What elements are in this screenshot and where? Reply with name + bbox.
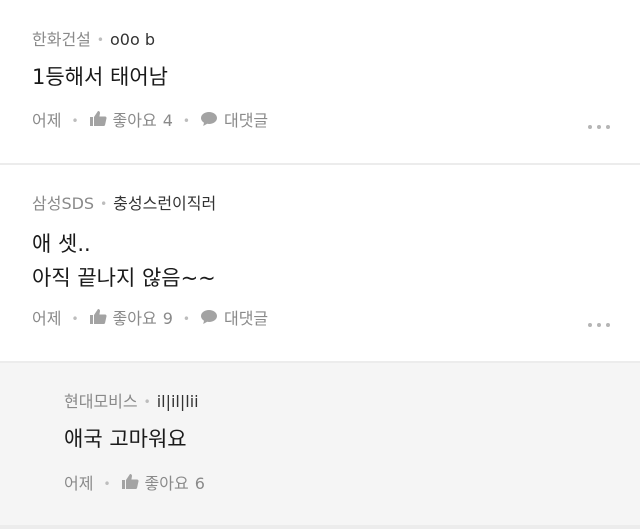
- separator-dot: •: [182, 114, 190, 128]
- comment-text-line: 애국 고마워요: [64, 427, 187, 451]
- reply-label: 대댓글: [223, 111, 269, 130]
- comment: 한화건설 • o0o b 1등해서 태어남 어제 • 좋아요 4 • 대댓글: [0, 0, 640, 163]
- like-button[interactable]: 좋아요 9: [89, 308, 173, 330]
- reply-button[interactable]: 대댓글: [200, 111, 268, 132]
- company-name: 삼성SDS: [32, 194, 95, 213]
- author-nickname[interactable]: 충성스런이직러: [113, 194, 216, 214]
- reply-comment: 현대모비스 • il|il|lii 애국 고마워요 어제 • 좋아요 6: [0, 363, 640, 525]
- more-dots-icon[interactable]: [588, 125, 610, 129]
- comment-text: 애 셋.. 아직 끝나지 않음~~: [32, 227, 216, 295]
- comment-text-line: 아직 끝나지 않음~~: [32, 266, 216, 290]
- comment-actions: 어제 • 좋아요 4 • 대댓글: [32, 110, 268, 132]
- thumbs-up-icon: [89, 308, 107, 330]
- speech-bubble-icon: [200, 309, 218, 330]
- comment-text: 1등해서 태어남: [32, 60, 168, 94]
- like-count: 4: [162, 111, 173, 130]
- thumbs-up-icon: [121, 473, 139, 495]
- comment-actions: 어제 • 좋아요 9 • 대댓글: [32, 308, 268, 330]
- like-label: 좋아요: [112, 111, 157, 130]
- separator-dot: •: [71, 312, 79, 326]
- author-nickname[interactable]: il|il|lii: [157, 392, 199, 412]
- comment: 삼성SDS • 충성스런이직러 애 셋.. 아직 끝나지 않음~~ 어제 • 좋…: [0, 165, 640, 361]
- reply-button[interactable]: 대댓글: [200, 309, 268, 330]
- company-name: 현대모비스: [64, 392, 138, 411]
- thumbs-up-icon: [89, 110, 107, 132]
- like-count: 9: [162, 309, 173, 328]
- comment-text: 애국 고마워요: [64, 422, 187, 456]
- separator-dot: •: [103, 477, 111, 491]
- company-name: 한화건설: [32, 30, 91, 49]
- comment-time: 어제: [32, 309, 62, 328]
- comment-meta: 삼성SDS • 충성스런이직러: [32, 194, 216, 214]
- separator-dot: •: [71, 114, 79, 128]
- reply-label: 대댓글: [223, 309, 269, 328]
- like-label: 좋아요: [144, 474, 189, 493]
- like-count: 6: [194, 474, 205, 493]
- like-label: 좋아요: [112, 309, 157, 328]
- separator-dot: •: [96, 33, 104, 47]
- comment-meta: 한화건설 • o0o b: [32, 30, 155, 50]
- like-button[interactable]: 좋아요 4: [89, 110, 173, 132]
- comment-meta: 현대모비스 • il|il|lii: [64, 392, 199, 412]
- like-button[interactable]: 좋아요 6: [121, 473, 205, 495]
- separator-dot: •: [182, 312, 190, 326]
- comment-list: 한화건설 • o0o b 1등해서 태어남 어제 • 좋아요 4 • 대댓글 삼…: [0, 0, 640, 529]
- more-dots-icon[interactable]: [588, 323, 610, 327]
- comment-time: 어제: [32, 111, 62, 130]
- speech-bubble-icon: [200, 111, 218, 132]
- separator-dot: •: [100, 197, 108, 211]
- comment-text-line: 애 셋..: [32, 232, 91, 256]
- separator-dot: •: [143, 395, 151, 409]
- author-nickname[interactable]: o0o b: [110, 30, 155, 50]
- comment-text-line: 1등해서 태어남: [32, 65, 168, 89]
- comment-time: 어제: [64, 474, 94, 493]
- comment-actions: 어제 • 좋아요 6: [64, 473, 205, 495]
